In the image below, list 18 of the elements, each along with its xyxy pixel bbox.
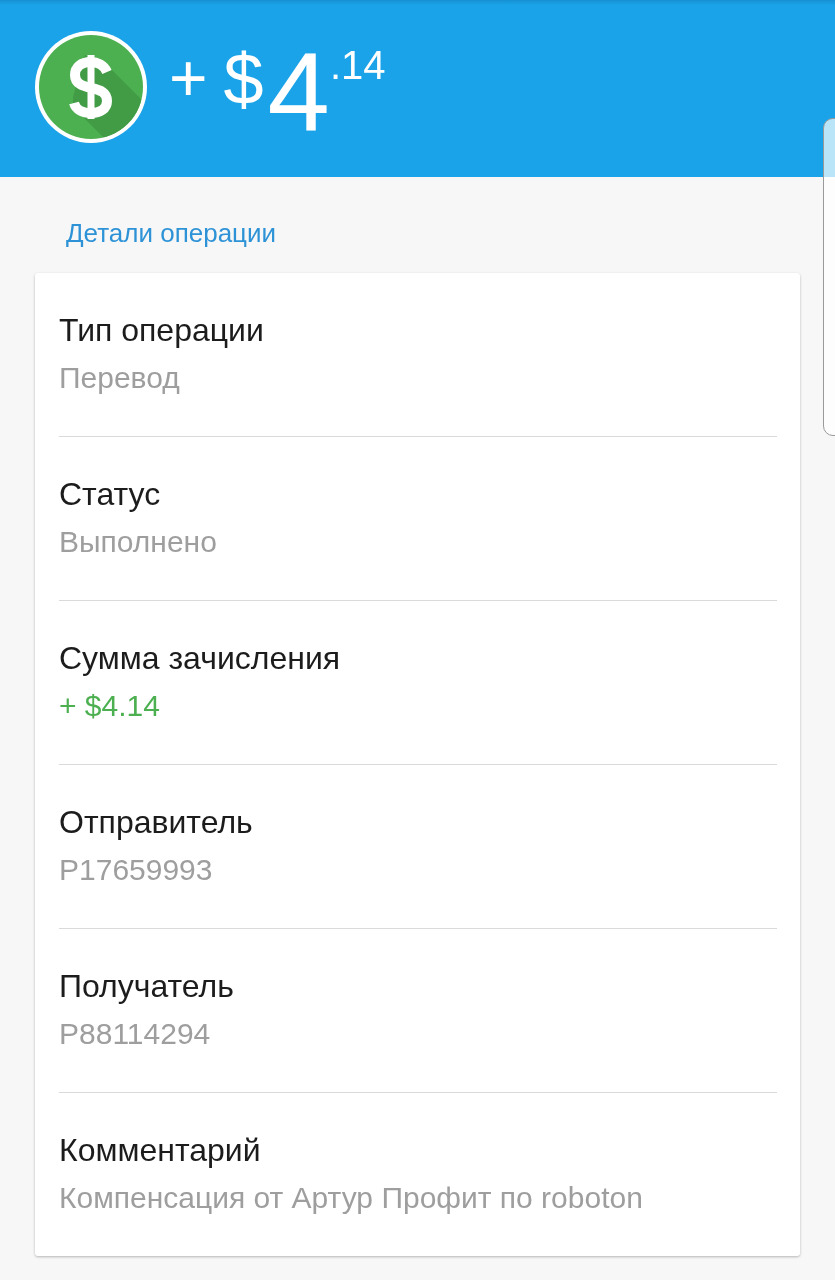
detail-value: + $4.14 — [59, 688, 160, 724]
detail-value: P88114294 — [59, 1016, 211, 1052]
detail-label: Сумма зачисления — [59, 639, 341, 678]
detail-value: Перевод — [59, 360, 180, 396]
detail-label: Отправитель — [59, 803, 253, 842]
detail-label: Статус — [59, 475, 161, 514]
amount-fraction: .14 — [329, 45, 386, 85]
detail-value: P17659993 — [59, 852, 213, 888]
section-title: Детали операции — [66, 217, 277, 249]
detail-label: Комментарий — [59, 1131, 261, 1170]
amount-whole: 4 — [267, 36, 330, 148]
dollar-coin-icon — [35, 31, 147, 143]
detail-value: Выполнено — [59, 524, 217, 560]
currency-symbol: $ — [223, 43, 264, 115]
detail-label: Получатель — [59, 967, 234, 1006]
detail-label: Тип операции — [59, 311, 264, 350]
amount-sign: + — [169, 45, 208, 111]
detail-value: Компенсация от Артур Профит по roboton — [59, 1180, 643, 1216]
